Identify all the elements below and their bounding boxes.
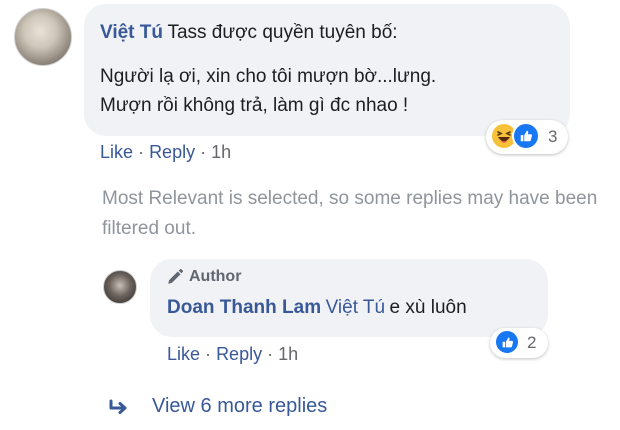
reply-reaction-count[interactable]: 2 — [527, 333, 536, 353]
separator: · — [200, 142, 207, 162]
reply-link[interactable]: Reply — [149, 142, 195, 162]
reply-avatar[interactable] — [103, 270, 137, 304]
separator: · — [205, 344, 212, 364]
comment-author-name[interactable]: Việt Tú — [100, 22, 163, 43]
reply-line: Doan Thanh Lam Việt Tú e xù luôn — [167, 297, 467, 319]
separator: · — [138, 142, 145, 162]
comment-text-line-1: Người lạ ơi, xin cho tôi mượn bờ...lưng. — [100, 66, 437, 87]
like-link[interactable]: Like — [167, 344, 200, 364]
timestamp[interactable]: 1h — [278, 344, 298, 364]
reply-actions: Like · Reply · 1h — [167, 344, 298, 365]
comment-first-line: Việt Tú Tass được quyền tuyên bố: — [100, 22, 398, 44]
like-link[interactable]: Like — [100, 142, 133, 162]
comment-actions: Like · Reply · 1h — [100, 142, 231, 163]
view-more-replies-label[interactable]: View 6 more replies — [152, 395, 327, 418]
timestamp[interactable]: 1h — [211, 142, 231, 162]
like-emoji-icon — [512, 122, 540, 150]
author-badge-label: Author — [189, 268, 242, 285]
reply-link[interactable]: Reply — [216, 344, 262, 364]
like-emoji-icon — [494, 329, 520, 355]
reply-author-name[interactable]: Doan Thanh Lam — [167, 297, 321, 318]
author-badge: Author — [166, 268, 241, 286]
reaction-count[interactable]: 3 — [548, 127, 557, 147]
avatar[interactable] — [14, 8, 72, 66]
comment-intro-text: Tass được quyền tuyên bố: — [167, 22, 398, 43]
pencil-icon — [168, 269, 183, 284]
reply-arrow-icon — [109, 399, 127, 414]
reply-text: e xù luôn — [389, 297, 467, 318]
comment-text-line-2: Mượn rồi không trả, làm gì đc nhao ! — [100, 95, 409, 116]
separator: · — [267, 344, 274, 364]
mention-link[interactable]: Việt Tú — [326, 297, 386, 318]
filter-notice: Most Relevant is selected, so some repli… — [102, 188, 598, 239]
view-more-replies-link[interactable]: View 6 more replies — [108, 395, 327, 418]
